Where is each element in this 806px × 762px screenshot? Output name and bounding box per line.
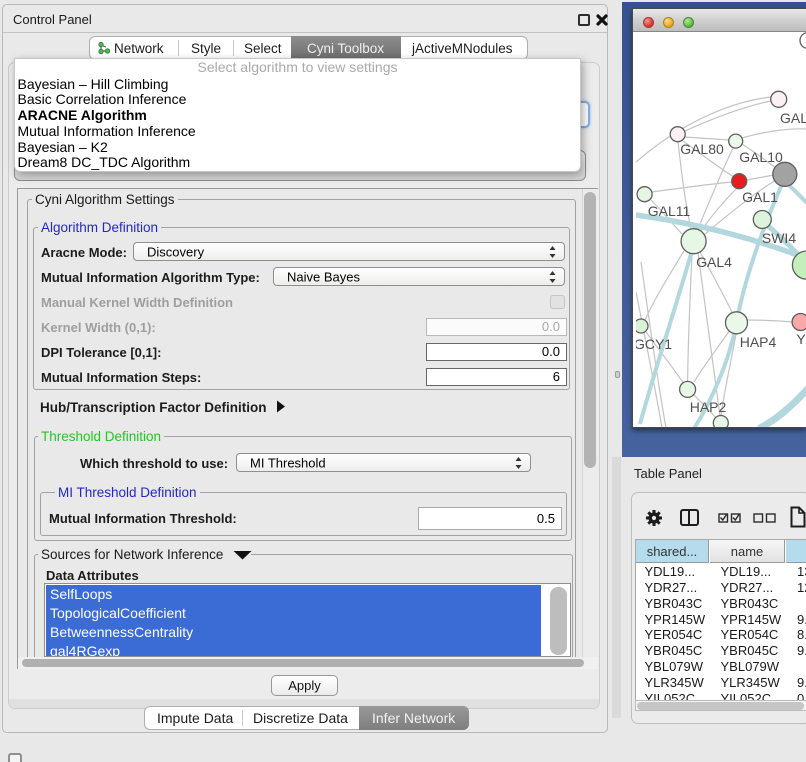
svg-text:GAL11: GAL11: [648, 203, 691, 219]
svg-text:GAL10: GAL10: [739, 149, 783, 165]
svg-text:SWI4: SWI4: [762, 230, 796, 246]
svg-text:HAP2: HAP2: [690, 399, 727, 415]
svg-text:Y: Y: [796, 331, 806, 347]
svg-text:GAL7: GAL7: [780, 110, 806, 126]
svg-text:GAL80: GAL80: [680, 141, 724, 157]
svg-text:GAL1: GAL1: [742, 189, 778, 205]
svg-text:HAP4: HAP4: [740, 334, 777, 350]
svg-text:GCY1: GCY1: [636, 336, 672, 352]
svg-text:GAL4: GAL4: [696, 254, 732, 270]
